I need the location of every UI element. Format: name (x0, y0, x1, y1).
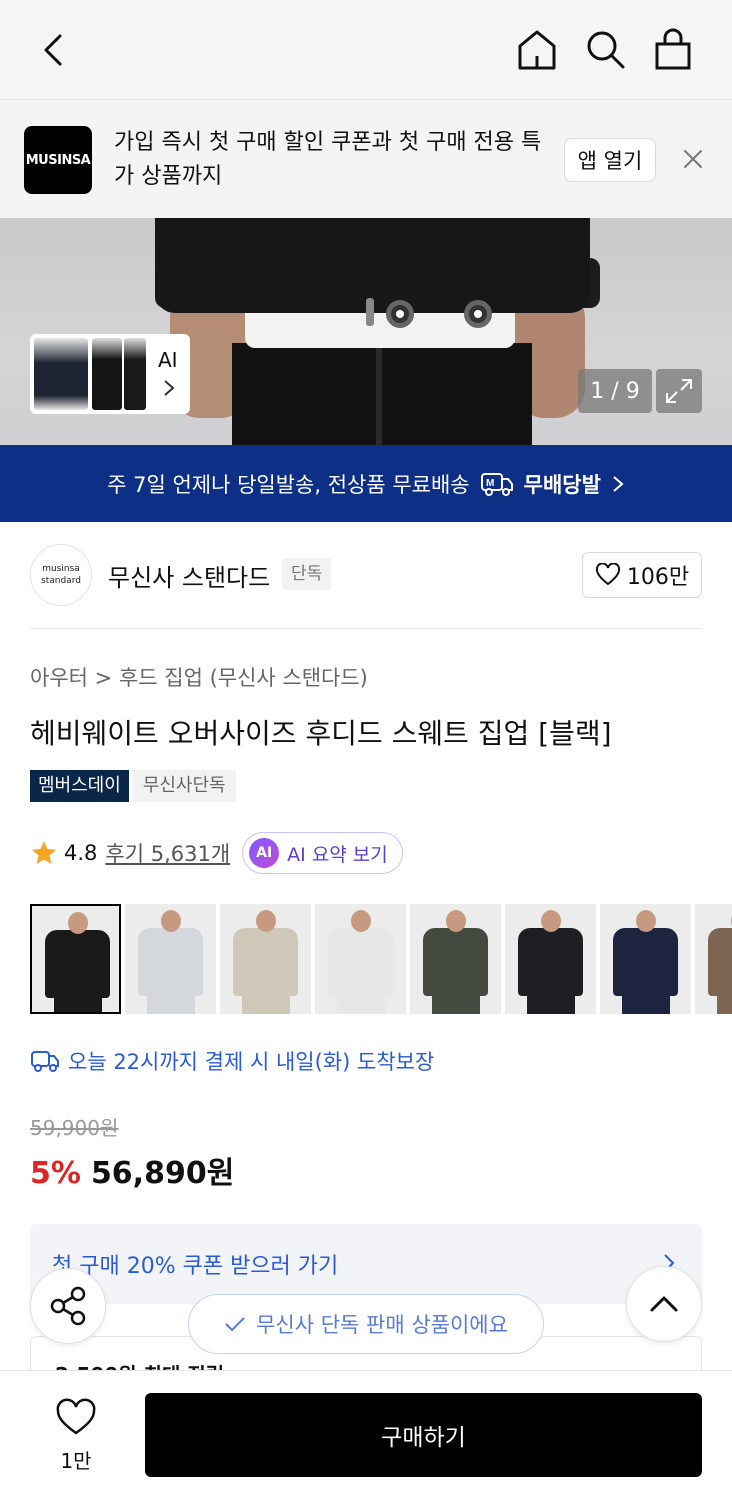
truck-icon (31, 1051, 59, 1072)
chevron-up-icon (650, 1296, 678, 1312)
delivery-text: 주 7일 언제나 당일발송, 전상품 무료배송 (107, 472, 470, 497)
brand-like-button[interactable]: 106만 (582, 552, 702, 598)
breadcrumb-category[interactable]: 아우터 (30, 666, 88, 690)
truck-icon: M (480, 472, 513, 496)
brand-row: musinsa standard 무신사 스탠다드 단독 106만 (0, 522, 732, 629)
arrival-text: 오늘 22시까지 결제 시 내일(화) 도착보장 (68, 1050, 435, 1074)
color-swatch[interactable] (505, 904, 596, 1014)
cart-icon[interactable] (652, 28, 694, 72)
wishlist-count: 1만 (60, 1449, 92, 1473)
heart-icon (56, 1398, 96, 1435)
search-icon[interactable] (584, 28, 626, 72)
musinsa-logo: MUSINSA (24, 126, 92, 194)
app-promo-banner: MUSINSA 가입 즉시 첫 구매 할인 쿠폰과 첫 구매 전용 특가 상품까… (0, 100, 732, 218)
open-app-button[interactable]: 앱 열기 (564, 138, 656, 182)
color-swatch[interactable] (315, 904, 406, 1014)
exclusive-toast: 무신사 단독 판매 상품이에요 (188, 1294, 544, 1354)
rating-score: 4.8 (64, 841, 98, 865)
product-title: 헤비웨이트 오버사이즈 후디드 스웨트 집업 [블랙] (30, 717, 612, 750)
promo-message: 가입 즉시 첫 구매 할인 쿠폰과 첫 구매 전용 특가 상품까지 (114, 130, 542, 189)
breadcrumb-subcategory[interactable]: 후드 집업 (무신사 스탠다드) (119, 666, 368, 690)
rating-row: 4.8 후기 5,631개 AI AI 요약 보기 (30, 832, 403, 874)
product-image-carousel[interactable]: AI 1 / 9 (0, 218, 732, 445)
close-icon[interactable] (682, 148, 704, 170)
color-swatch[interactable] (30, 904, 121, 1014)
chevron-right-icon (613, 475, 624, 492)
arrival-guarantee: 오늘 22시까지 결제 시 내일(화) 도착보장 (30, 1046, 434, 1076)
product-tags: 멤버스데이 무신사단독 (30, 770, 236, 802)
breadcrumb-separator: > (94, 666, 119, 690)
svg-text:M: M (486, 478, 494, 489)
expand-button[interactable] (656, 369, 702, 413)
divider (30, 628, 702, 629)
bottom-action-bar: 1만 구매하기 (0, 1370, 732, 1500)
star-icon (32, 841, 56, 864)
ai-summary-label: AI 요약 보기 (287, 843, 388, 866)
share-icon (50, 1286, 86, 1326)
chevron-right-icon (164, 380, 175, 396)
ai-icon: AI (249, 838, 280, 868)
color-swatch[interactable] (125, 904, 216, 1014)
color-swatches (30, 904, 732, 1016)
expand-icon (666, 379, 692, 403)
price-row: 5% 56,890원 (30, 1148, 234, 1192)
exclusive-badge: 단독 (282, 558, 332, 590)
reviews-link[interactable]: 후기 5,631개 (105, 838, 230, 868)
buy-button[interactable]: 구매하기 (145, 1393, 702, 1477)
image-counter: 1 / 9 (578, 369, 652, 413)
color-swatch[interactable] (695, 904, 732, 1014)
color-swatch[interactable] (600, 904, 691, 1014)
color-swatch[interactable] (410, 904, 501, 1014)
color-swatch[interactable] (220, 904, 311, 1014)
back-icon[interactable] (36, 30, 76, 70)
heart-icon (595, 563, 620, 586)
sale-price: 56,890원 (90, 1156, 235, 1191)
ai-lookbook-button[interactable]: AI (30, 334, 190, 414)
home-icon[interactable] (516, 28, 558, 72)
ai-summary-button[interactable]: AI AI 요약 보기 (242, 832, 403, 874)
brand-logo[interactable]: musinsa standard (30, 544, 92, 606)
ai-thumbnail (92, 338, 122, 410)
delivery-brand: 무배당발 (523, 472, 601, 497)
check-icon (225, 1317, 245, 1332)
tag-musinsa-exclusive: 무신사단독 (132, 770, 236, 802)
delivery-banner[interactable]: 주 7일 언제나 당일발송, 전상품 무료배송 M 무배당발 (0, 445, 732, 522)
breadcrumb: 아우터 > 후드 집업 (무신사 스탠다드) (30, 662, 368, 692)
first-purchase-coupon[interactable]: 첫 구매 20% 쿠폰 받으러 가기 (30, 1224, 702, 1304)
original-price: 59,900원 (30, 1116, 119, 1140)
discount-rate: 5% (30, 1156, 81, 1191)
top-nav (0, 0, 732, 100)
tag-members-day: 멤버스데이 (30, 770, 129, 802)
ai-thumbnail (124, 338, 146, 410)
brand-name[interactable]: 무신사 스탠다드 (108, 558, 270, 593)
ai-thumbnail (34, 338, 88, 410)
scroll-top-button[interactable] (626, 1266, 702, 1342)
brand-like-count: 106만 (626, 565, 690, 590)
wishlist-button[interactable]: 1만 (38, 1395, 114, 1475)
toast-text: 무신사 단독 판매 상품이에요 (256, 1313, 508, 1337)
ai-label: AI (158, 348, 178, 372)
share-button[interactable] (30, 1268, 106, 1344)
